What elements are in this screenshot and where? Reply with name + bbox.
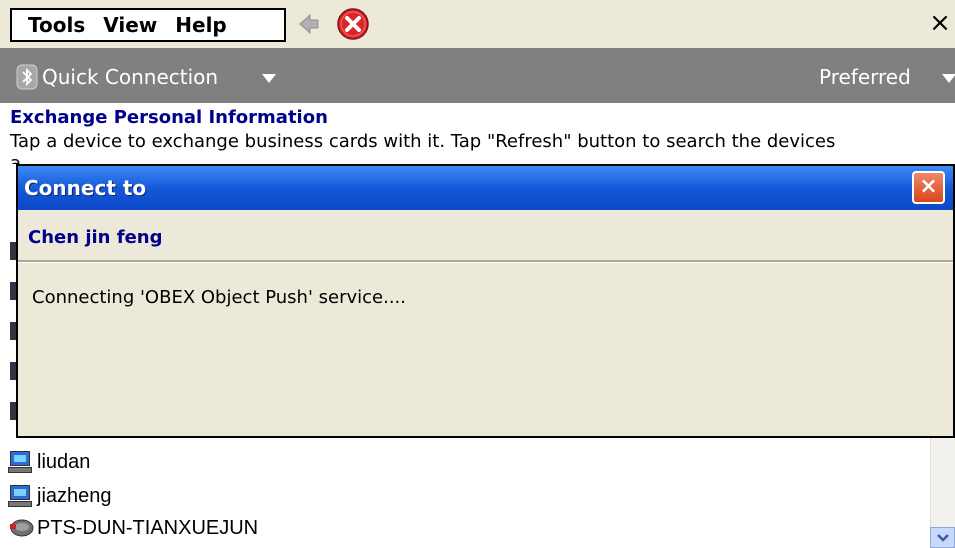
device-name: liudan <box>37 450 91 473</box>
menu-box: Tools View Help <box>10 8 286 42</box>
device-name: jiazheng <box>37 484 112 507</box>
device-item-liudan[interactable]: liudan <box>8 446 90 478</box>
stop-icon[interactable] <box>336 7 370 41</box>
dialog-device-name: Chen jin feng <box>28 227 163 248</box>
close-button[interactable]: × <box>926 6 954 40</box>
section-title: Exchange Personal Information <box>10 107 328 128</box>
dialog-close-button[interactable]: × <box>912 171 945 204</box>
device-name: PTS-DUN-TIANXUEJUN <box>37 516 259 539</box>
menu-item-tools[interactable]: Tools <box>28 13 85 37</box>
computer-icon <box>8 449 34 475</box>
scroll-down-button[interactable] <box>930 527 955 548</box>
dialog-status-text: Connecting 'OBEX Object Push' service...… <box>32 287 406 308</box>
menu-item-help[interactable]: Help <box>175 13 226 37</box>
bluetooth-icon <box>16 64 38 90</box>
phone-device-icon <box>10 519 34 537</box>
menu-item-view[interactable]: View <box>103 13 157 37</box>
section-description: Tap a device to exchange business cards … <box>10 131 836 152</box>
device-item-jiazheng[interactable]: jiazheng <box>8 480 112 512</box>
chevron-down-icon[interactable] <box>262 74 276 83</box>
chevron-down-icon[interactable] <box>942 74 955 83</box>
computer-icon <box>8 483 34 509</box>
dialog-titlebar <box>18 166 953 210</box>
device-item-pts-dun-tianxuejun[interactable]: PTS-DUN-TIANXUEJUN <box>8 512 258 544</box>
preferred-button[interactable]: Preferred <box>819 64 911 90</box>
dialog-divider <box>18 260 953 263</box>
chevron-down-icon <box>936 533 949 542</box>
section-description-overflow: a <box>10 153 22 164</box>
quick-connection-button[interactable]: Quick Connection <box>42 64 218 90</box>
dialog-title: Connect to <box>24 176 147 200</box>
back-arrow-icon[interactable] <box>296 11 322 37</box>
